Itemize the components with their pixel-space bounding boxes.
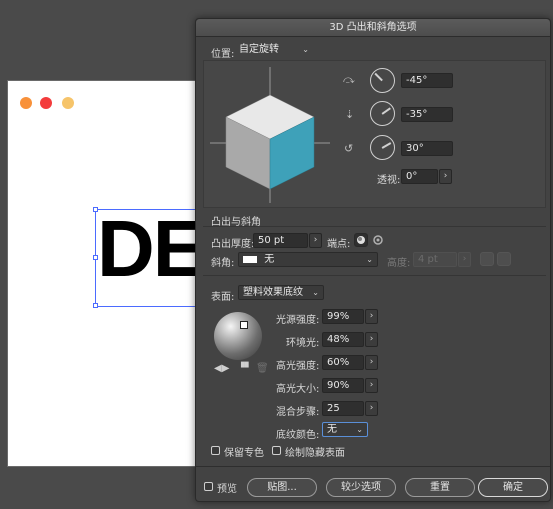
highlight-size-label: 高光大小: — [276, 384, 320, 395]
highlight-size-stepper[interactable]: › — [365, 378, 378, 393]
section-divider — [203, 226, 546, 227]
resize-handle[interactable] — [93, 255, 98, 260]
highlight-intensity-label: 高光强度: — [276, 361, 320, 372]
ambient-light-stepper[interactable]: › — [365, 332, 378, 347]
position-panel: ⤼ -45° ⇣ -35° ↺ 30° 透视: 0° › — [203, 60, 546, 208]
draw-hidden-faces-checkbox[interactable] — [272, 446, 281, 455]
extrude-depth-input[interactable]: 50 pt — [253, 233, 308, 248]
preserve-spot-checkbox[interactable] — [211, 446, 220, 455]
bevel-height-stepper[interactable]: › — [458, 252, 471, 267]
cap-off-icon — [373, 235, 383, 245]
resize-handle[interactable] — [93, 303, 98, 308]
new-light-icon[interactable]: ▝▘ — [237, 363, 252, 374]
section-divider — [203, 275, 546, 276]
blend-steps-label: 混合步骤: — [276, 407, 320, 418]
3d-extrude-bevel-dialog: 3D 凸出和斜角选项 位置: 自定旋转 ⌄ ⤼ -45° ⇣ -35° ↺ 30… — [195, 18, 551, 502]
bevel-label: 斜角: — [211, 258, 235, 269]
preserve-spot-label: 保留专色 — [224, 448, 264, 459]
z-rotation-dial[interactable] — [370, 135, 395, 160]
window-close-dot — [20, 97, 32, 109]
fewer-options-button[interactable]: 较少选项 — [326, 478, 396, 497]
position-label: 位置: — [211, 49, 235, 60]
bevel-swatch — [243, 255, 257, 263]
preview-checkbox[interactable] — [204, 482, 213, 491]
z-rotation-input[interactable]: 30° — [401, 141, 453, 156]
delete-light-icon[interactable]: 🗑 — [256, 363, 269, 374]
ambient-light-input[interactable]: 48% — [322, 332, 364, 347]
ambient-light-label: 环境光: — [286, 338, 320, 349]
rotation-cube-track[interactable] — [206, 65, 334, 205]
bevel-value: 无 — [264, 254, 275, 265]
perspective-input[interactable]: 0° — [401, 169, 438, 184]
blend-steps-input[interactable]: 25 — [322, 401, 364, 416]
perspective-stepper[interactable]: › — [439, 169, 452, 184]
lighting-sphere[interactable] — [214, 312, 262, 360]
window-minimize-dot — [40, 97, 52, 109]
resize-handle[interactable] — [93, 207, 98, 212]
light-source-handle[interactable] — [240, 321, 248, 329]
chevron-down-icon: ⌄ — [356, 425, 363, 434]
shading-color-select[interactable]: 无 ⌄ — [322, 422, 368, 437]
blend-steps-stepper[interactable]: › — [365, 401, 378, 416]
position-preset-select[interactable]: 自定旋转 ⌄ — [235, 43, 313, 58]
position-preset-value: 自定旋转 — [239, 44, 279, 55]
light-intensity-stepper[interactable]: › — [365, 309, 378, 324]
window-zoom-dot — [62, 97, 74, 109]
footer-divider — [196, 466, 550, 467]
shading-color-value: 无 — [327, 424, 337, 435]
extrude-depth-label: 凸出厚度: — [211, 239, 255, 250]
preview-label: 预览 — [217, 484, 237, 495]
y-rotation-dial[interactable] — [370, 101, 395, 126]
draw-hidden-faces-label: 绘制隐藏表面 — [285, 448, 345, 459]
perspective-label: 透视: — [377, 175, 401, 186]
y-rotation-input[interactable]: -35° — [401, 107, 453, 122]
move-light-back-icon[interactable]: ◀▶ — [214, 363, 229, 374]
bevel-select[interactable]: 无 ⌄ — [238, 252, 378, 267]
light-intensity-input[interactable]: 99% — [322, 309, 364, 324]
reset-button[interactable]: 重置 — [405, 478, 475, 497]
cap-on-icon — [357, 236, 365, 244]
artboard: DE — [7, 80, 215, 467]
y-axis-rotate-icon: ⇣ — [345, 108, 355, 121]
surface-preset-select[interactable]: 塑料效果底纹 ⌄ — [238, 285, 324, 300]
highlight-intensity-input[interactable]: 60% — [322, 355, 364, 370]
highlight-intensity-stepper[interactable]: › — [365, 355, 378, 370]
bevel-height-input[interactable]: 4 pt — [413, 252, 457, 267]
z-axis-rotate-icon: ↺ — [344, 142, 354, 155]
surface-label: 表面: — [211, 292, 235, 303]
chevron-down-icon: ⌄ — [302, 45, 309, 54]
bevel-outside-button[interactable] — [480, 252, 494, 266]
chevron-down-icon: ⌄ — [312, 288, 319, 297]
x-axis-rotate-icon: ⤼ — [343, 73, 355, 86]
map-art-button[interactable]: 贴图... — [247, 478, 317, 497]
bevel-inside-button[interactable] — [497, 252, 511, 266]
cap-off-button[interactable] — [371, 233, 385, 247]
light-intensity-label: 光源强度: — [276, 315, 320, 326]
x-rotation-dial[interactable] — [370, 68, 395, 93]
chevron-down-icon: ⌄ — [366, 255, 373, 264]
cap-on-button[interactable] — [354, 233, 368, 247]
surface-preset-value: 塑料效果底纹 — [243, 287, 303, 298]
bevel-height-label: 高度: — [387, 258, 411, 269]
dialog-title[interactable]: 3D 凸出和斜角选项 — [196, 19, 550, 37]
highlight-size-input[interactable]: 90% — [322, 378, 364, 393]
shading-color-label: 底纹颜色: — [276, 430, 320, 441]
ok-button[interactable]: 确定 — [478, 478, 548, 497]
cap-label: 端点: — [327, 239, 351, 250]
x-rotation-input[interactable]: -45° — [401, 73, 453, 88]
extrude-depth-stepper[interactable]: › — [309, 233, 322, 248]
